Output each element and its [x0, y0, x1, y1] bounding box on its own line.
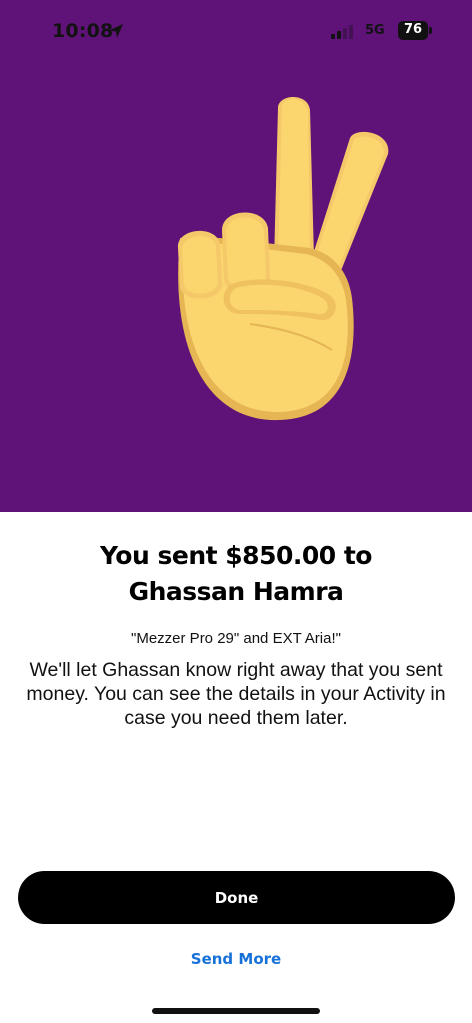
headline-amount: You sent $850.00 to [100, 541, 372, 570]
status-bar: 10:08 5G 76 [0, 0, 472, 64]
confirmation-message: We'll let Ghassan know right away that y… [26, 659, 446, 729]
confirmation-headline: You sent $850.00 to Ghassan Hamra [0, 538, 472, 610]
send-more-link[interactable]: Send More [0, 950, 472, 968]
headline-recipient: Ghassan Hamra [128, 577, 344, 606]
battery-icon: 76 [398, 21, 432, 40]
peace-hand-icon [177, 97, 389, 421]
battery-level: 76 [403, 22, 423, 37]
network-type: 5G [365, 23, 385, 38]
location-arrow-icon [109, 24, 123, 38]
status-time: 10:08 [52, 20, 114, 42]
signal-bars-icon [331, 25, 353, 39]
home-indicator [152, 1008, 320, 1014]
payment-note: "Mezzer Pro 29" and EXT Aria!" [131, 630, 341, 647]
done-button[interactable]: Done [18, 871, 455, 924]
hero-banner: 10:08 5G 76 [0, 0, 472, 512]
